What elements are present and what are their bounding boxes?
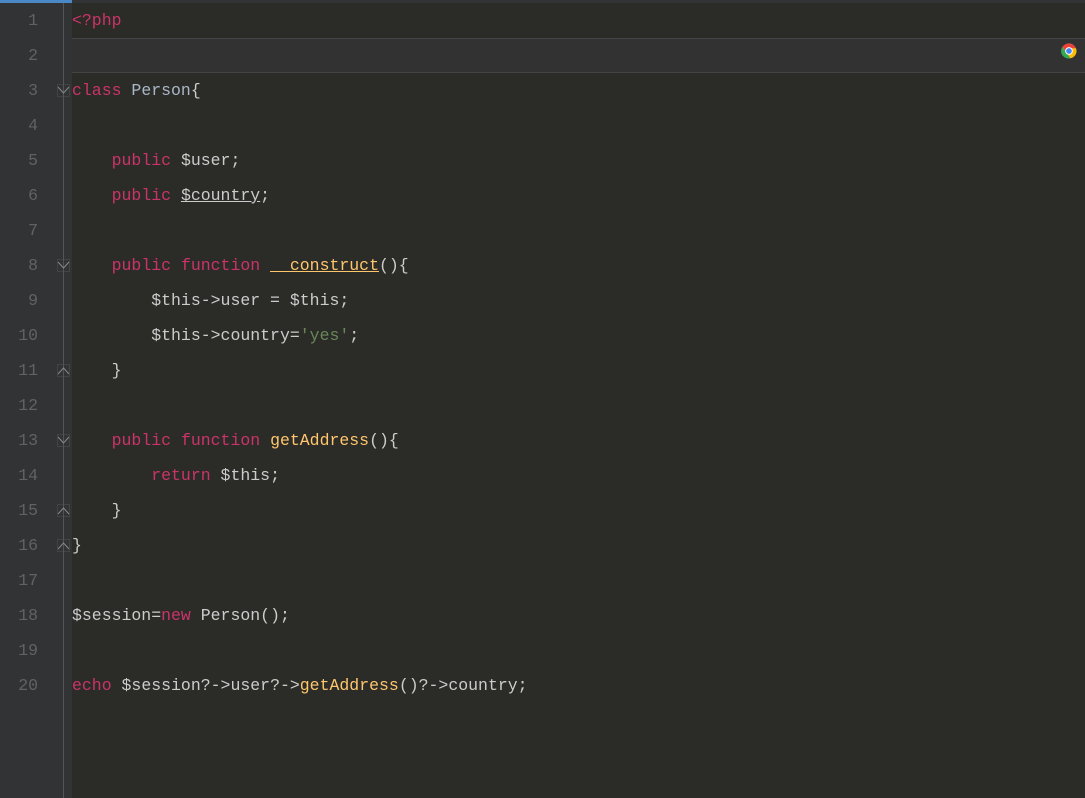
fold-close-icon[interactable] <box>57 504 70 517</box>
fold-open-icon[interactable] <box>57 434 70 447</box>
code-line[interactable]: $this->user = $this; <box>72 283 1085 318</box>
code-line[interactable]: public $country; <box>72 178 1085 213</box>
code-line[interactable]: class Person{ <box>72 73 1085 108</box>
code-line[interactable]: return $this; <box>72 458 1085 493</box>
line-number-gutter[interactable]: 1 2 3 4 5 6 7 8 9 10 11 12 13 14 15 16 1… <box>0 3 50 798</box>
line-number[interactable]: 6 <box>0 178 38 213</box>
code-line[interactable]: <?php <box>72 3 1085 38</box>
code-line[interactable] <box>72 563 1085 598</box>
line-number[interactable]: 15 <box>0 493 38 528</box>
line-number[interactable]: 13 <box>0 423 38 458</box>
line-number[interactable]: 2 <box>0 38 38 73</box>
line-number[interactable]: 18 <box>0 598 38 633</box>
line-number[interactable]: 12 <box>0 388 38 423</box>
line-number[interactable]: 9 <box>0 283 38 318</box>
line-number[interactable]: 14 <box>0 458 38 493</box>
line-number[interactable]: 3 <box>0 73 38 108</box>
chrome-icon[interactable] <box>1061 43 1077 59</box>
code-line[interactable] <box>72 108 1085 143</box>
code-line[interactable]: } <box>72 493 1085 528</box>
code-line[interactable]: } <box>72 528 1085 563</box>
code-line[interactable]: public function __construct(){ <box>72 248 1085 283</box>
line-number[interactable]: 17 <box>0 563 38 598</box>
code-line[interactable]: $this->country='yes'; <box>72 318 1085 353</box>
code-line[interactable]: echo $session?->user?->getAddress()?->co… <box>72 668 1085 703</box>
fold-close-icon[interactable] <box>57 539 70 552</box>
line-number[interactable]: 19 <box>0 633 38 668</box>
code-line[interactable]: public function getAddress(){ <box>72 423 1085 458</box>
fold-open-icon[interactable] <box>57 84 70 97</box>
code-line[interactable] <box>72 388 1085 423</box>
fold-column <box>50 3 72 798</box>
code-line[interactable]: $session=new Person(); <box>72 598 1085 633</box>
line-number[interactable]: 16 <box>0 528 38 563</box>
line-number[interactable]: 10 <box>0 318 38 353</box>
code-line[interactable]: public $user; <box>72 143 1085 178</box>
line-number[interactable]: 20 <box>0 668 38 703</box>
line-number[interactable]: 5 <box>0 143 38 178</box>
line-number[interactable]: 1 <box>0 3 38 38</box>
code-line[interactable] <box>72 633 1085 668</box>
fold-open-icon[interactable] <box>57 259 70 272</box>
fold-guide-line <box>63 3 64 798</box>
line-number[interactable]: 4 <box>0 108 38 143</box>
code-editor: 1 2 3 4 5 6 7 8 9 10 11 12 13 14 15 16 1… <box>0 3 1085 798</box>
code-area[interactable]: <?php class Person{ public $user; public… <box>72 3 1085 798</box>
line-number[interactable]: 11 <box>0 353 38 388</box>
line-number[interactable]: 8 <box>0 248 38 283</box>
code-line-current[interactable] <box>72 38 1085 73</box>
code-line[interactable] <box>72 213 1085 248</box>
fold-close-icon[interactable] <box>57 364 70 377</box>
code-line[interactable]: } <box>72 353 1085 388</box>
line-number[interactable]: 7 <box>0 213 38 248</box>
